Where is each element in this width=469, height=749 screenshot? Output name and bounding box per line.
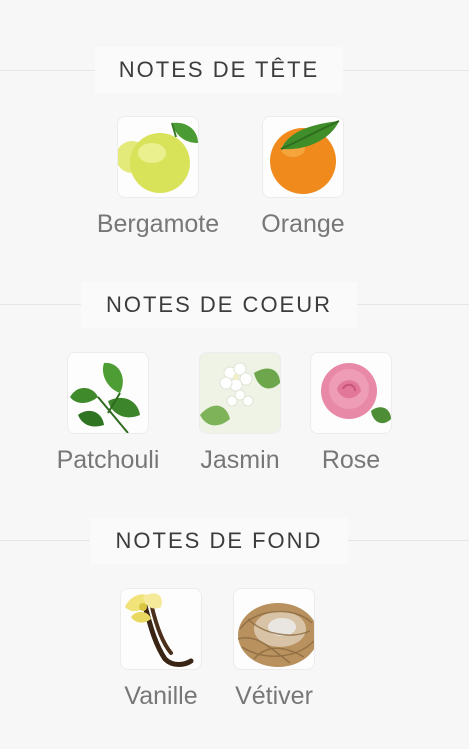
vetiver-icon	[233, 588, 315, 670]
note-label: Patchouli	[56, 446, 160, 474]
section-base-notes: NOTES DE FOND Vanille Vétiver	[0, 518, 469, 738]
note-item-jasmin[interactable]: Jasmin	[199, 352, 281, 474]
section-heading: NOTES DE TÊTE	[95, 47, 343, 93]
section-heart-notes: NOTES DE COEUR Patchouli Jasmin Rose	[0, 282, 469, 492]
note-label: Jasmin	[200, 446, 280, 474]
note-item-rose[interactable]: Rose	[310, 352, 392, 474]
note-label: Vanille	[124, 682, 198, 710]
note-item-bergamote[interactable]: Bergamote	[97, 116, 219, 238]
jasmine-icon	[199, 352, 281, 434]
section-heading: NOTES DE FOND	[90, 518, 348, 564]
note-item-patchouli[interactable]: Patchouli	[57, 352, 159, 474]
note-label: Orange	[261, 210, 345, 238]
note-item-vanille[interactable]: Vanille	[120, 588, 202, 710]
section-top-notes: NOTES DE TÊTE Bergamote Orange	[0, 0, 469, 250]
orange-icon	[262, 116, 344, 198]
bergamot-icon	[117, 116, 199, 198]
rose-icon	[310, 352, 392, 434]
note-label: Bergamote	[96, 210, 220, 238]
vanilla-icon	[120, 588, 202, 670]
note-label: Vétiver	[235, 682, 313, 710]
note-item-orange[interactable]: Orange	[261, 116, 345, 238]
note-label: Rose	[321, 446, 381, 474]
note-item-vetiver[interactable]: Vétiver	[233, 588, 315, 710]
patchouli-icon	[67, 352, 149, 434]
section-heading: NOTES DE COEUR	[81, 282, 357, 328]
